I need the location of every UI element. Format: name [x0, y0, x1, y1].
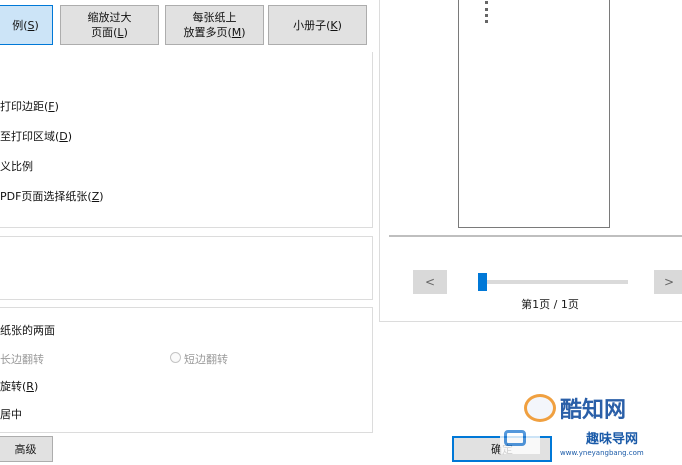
flip-short-edge-radio[interactable]: [170, 352, 181, 363]
page-slider-track[interactable]: [478, 280, 628, 284]
advanced-button[interactable]: 高级: [0, 436, 53, 462]
site-url: www.yneyangbang.com: [560, 449, 644, 457]
chevron-right-icon: >: [663, 275, 675, 289]
auto-rotate-option[interactable]: 旋转(R): [0, 378, 38, 394]
preview-page: [458, 0, 610, 228]
preview-divider: [389, 235, 682, 237]
next-page-button[interactable]: >: [654, 270, 682, 294]
duplex-checkbox-label[interactable]: 纸张的两面: [0, 322, 55, 338]
monitor-icon: [504, 430, 526, 446]
actual-size-button[interactable]: 例(S): [0, 5, 53, 45]
page-status: 第1页 / 1页: [521, 298, 579, 311]
booklet-button[interactable]: 小册子(K): [268, 5, 367, 45]
chevron-left-icon: <: [424, 275, 436, 289]
orientation-group: [0, 236, 373, 300]
flip-short-edge-label: 短边翻转: [184, 353, 228, 366]
site-name: 趣味导网: [586, 432, 639, 447]
shrink-oversized-pages-button[interactable]: 缩放过大 页面(L): [60, 5, 159, 45]
fit-printable-margins-option[interactable]: 打印边距(F): [0, 98, 59, 114]
custom-scale-option[interactable]: 义比例: [0, 158, 33, 174]
page-slider-thumb[interactable]: [478, 273, 487, 291]
previous-page-button[interactable]: <: [413, 270, 447, 294]
flip-long-edge-option[interactable]: 长边翻转: [0, 351, 44, 367]
brand-logo-text: 酷知网: [560, 398, 627, 423]
duplex-group: [0, 307, 373, 433]
multiple-pages-per-sheet-button[interactable]: 每张纸上 放置多页(M): [165, 5, 264, 45]
brand-logo-icon: [524, 394, 556, 422]
choose-paper-by-pdf-page-option[interactable]: PDF页面选择纸张(Z): [0, 188, 104, 204]
auto-center-option[interactable]: 居中: [0, 406, 22, 422]
shrink-to-printable-area-option[interactable]: 至打印区域(D): [0, 128, 72, 144]
preview-page-content: [485, 1, 490, 23]
watermark-shape: [500, 424, 540, 454]
